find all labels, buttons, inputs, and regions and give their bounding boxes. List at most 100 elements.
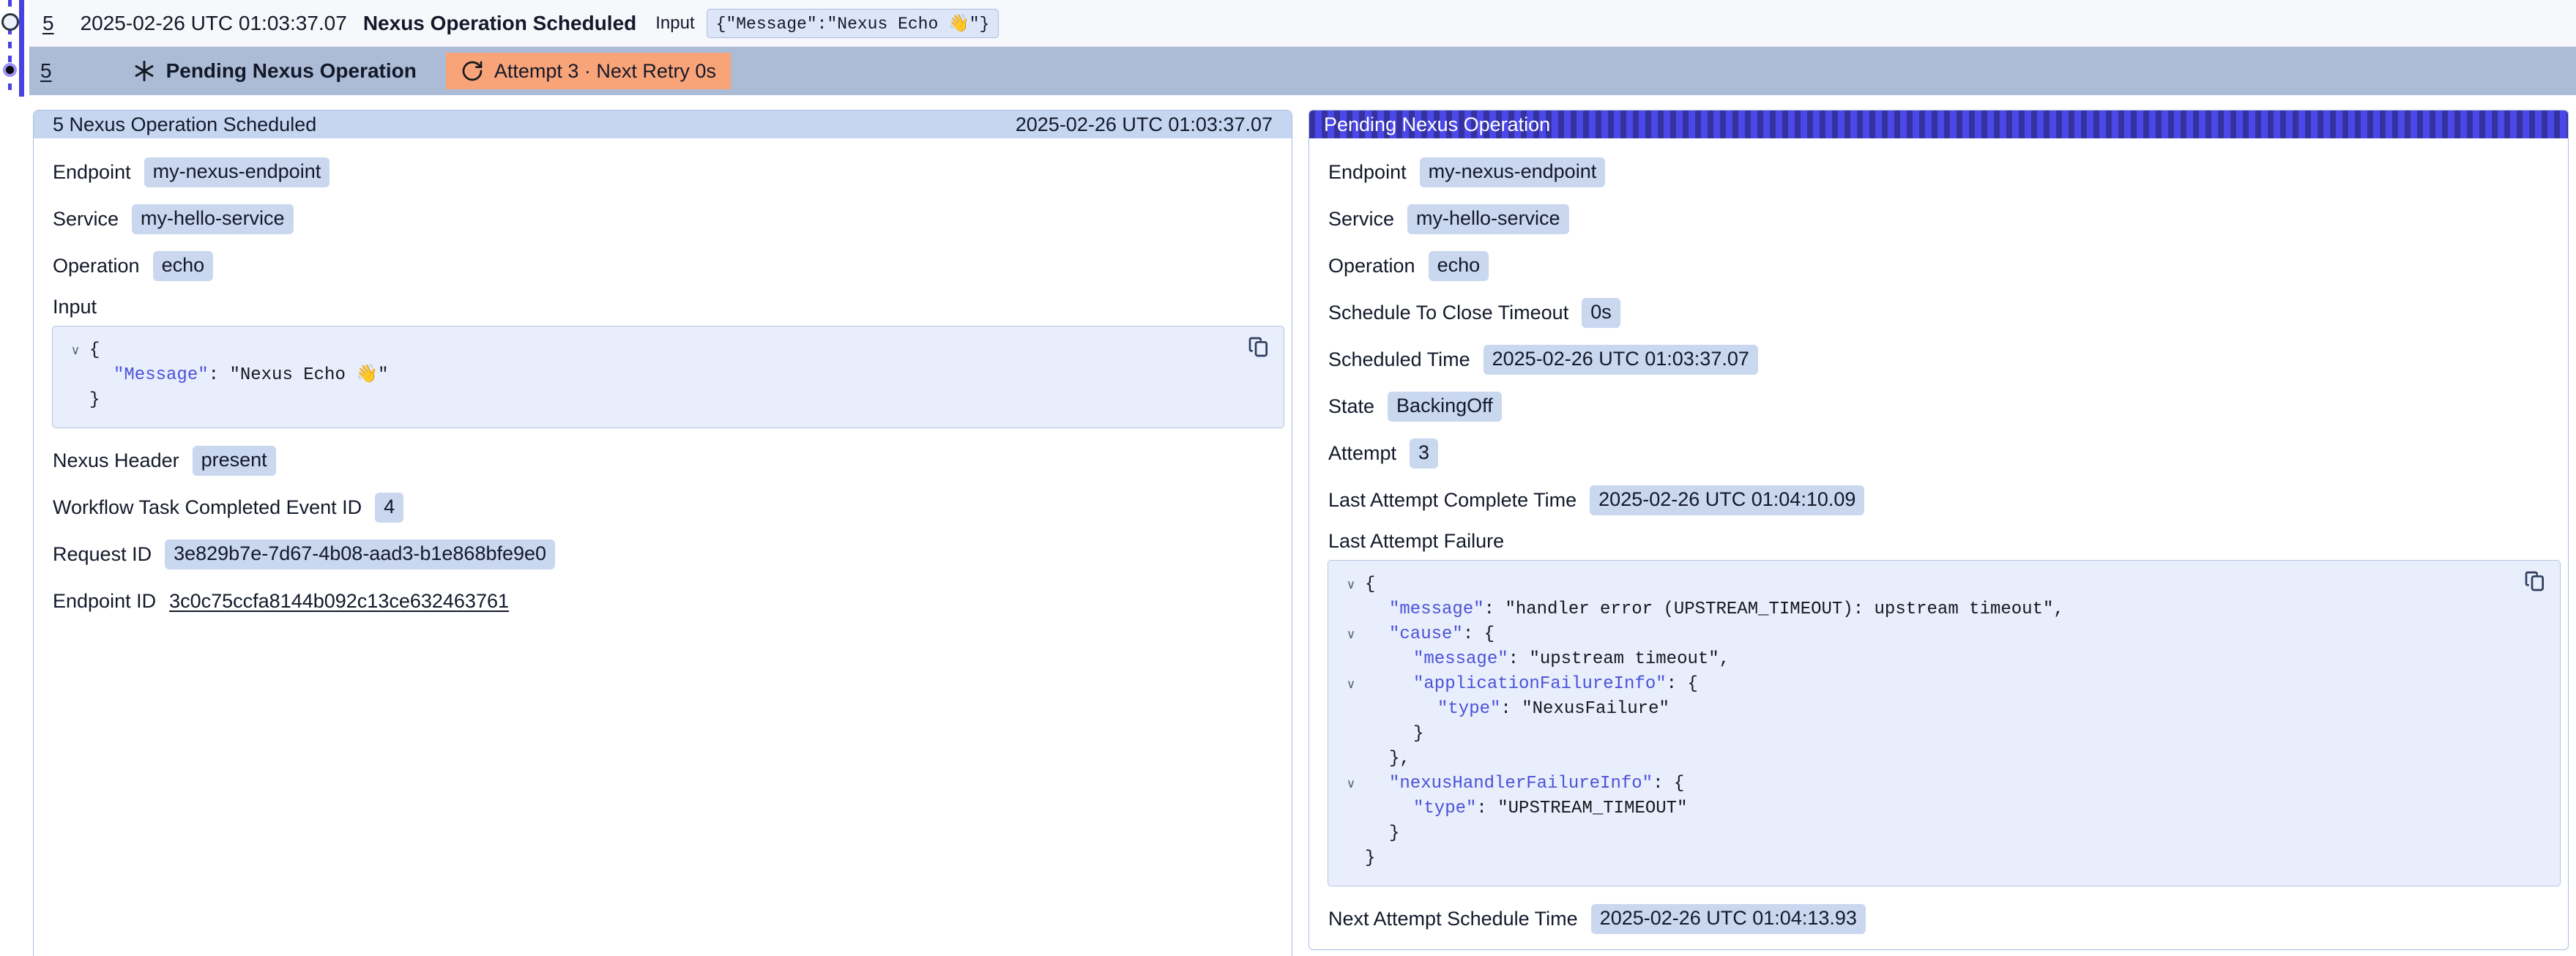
code-content: "message": "handler error (UPSTREAM_TIME… [1365,597,2064,622]
collapse-chevron-icon[interactable]: ∨ [62,338,89,363]
endpoint-id-row: Endpoint ID 3c0c75ccfa8144b092c13ce63246… [34,578,1292,624]
field-label: Last Attempt Complete Time [1328,489,1577,512]
field-label: Scheduled Time [1328,348,1470,371]
field-label: Schedule To Close Timeout [1328,302,1568,324]
pending-asterisk-icon [133,59,156,83]
event-input-value-chip[interactable]: {"Message":"Nexus Echo 👋"} [707,9,999,38]
field-value-chip: 0s [1582,298,1620,328]
copy-icon [2523,570,2547,593]
field-value-chip: 4 [375,493,403,523]
code-content: }, [1365,747,1410,772]
field-row: Service my-hello-service [1309,195,2568,242]
code-content: "nexusHandlerFailureInfo": { [1365,772,1684,796]
field-value-chip: present [193,446,276,476]
timeline-node-open-icon[interactable] [1,13,19,31]
copy-button[interactable] [1247,335,1270,361]
code-content: { [89,338,100,363]
field-row: Scheduled Time 2025-02-26 UTC 01:03:37.0… [1309,336,2568,383]
field-value-chip: 2025-02-26 UTC 01:04:13.93 [1591,904,1866,934]
failure-json-code: ∨{"message": "handler error (UPSTREAM_TI… [1337,572,2509,871]
field-value-chip: 2025-02-26 UTC 01:03:37.07 [1484,345,1758,375]
code-line: "Message": "Nexus Echo 👋" [62,363,1232,388]
code-line: ∨"applicationFailureInfo": { [1337,672,2509,697]
code-gutter [1337,697,1365,722]
copy-icon [1247,335,1270,359]
field-label: Next Attempt Schedule Time [1328,908,1578,930]
code-line: }, [1337,747,2509,772]
nexus-operation-scheduled-panel: 5 Nexus Operation Scheduled 2025-02-26 U… [33,110,1292,956]
pending-nexus-operation-panel: Pending Nexus Operation Endpoint my-nexu… [1309,110,2569,950]
code-gutter [62,388,89,413]
field-row: Operation echo [34,242,1292,289]
code-line: "message": "upstream timeout", [1337,647,2509,672]
timeline-active-bar [19,0,24,97]
collapse-chevron-icon[interactable]: ∨ [1337,572,1365,597]
event-row-nexus-operation-scheduled[interactable]: 5 2025-02-26 UTC 01:03:37.07 Nexus Opera… [29,0,2576,47]
pending-panel-title: Pending Nexus Operation [1324,113,1550,136]
pending-panel-header: Pending Nexus Operation [1309,111,2568,138]
code-content: "Message": "Nexus Echo 👋" [89,363,389,388]
field-value-chip: echo [1429,251,1489,281]
field-row: Request ID 3e829b7e-7d67-4b08-aad3-b1e86… [34,531,1292,578]
pending-fields: Endpoint my-nexus-endpoint Service my-he… [1309,149,2568,523]
code-line: "type": "NexusFailure" [1337,697,2509,722]
endpoint-id-link[interactable]: 3c0c75ccfa8144b092c13ce632463761 [169,590,509,613]
collapse-chevron-icon[interactable]: ∨ [1337,672,1365,697]
code-content: "message": "upstream timeout", [1365,647,1730,672]
code-gutter [1337,597,1365,622]
scheduled-fields: Endpoint my-nexus-endpoint Service my-he… [34,149,1292,289]
field-row: Endpoint my-nexus-endpoint [1309,149,2568,195]
code-gutter [1337,722,1365,747]
code-content: { [1365,572,1375,597]
code-line: "type": "UPSTREAM_TIMEOUT" [1337,796,2509,821]
pending-row-id-link[interactable]: 5 [40,59,52,83]
field-row: Attempt 3 [1309,430,2568,477]
copy-button[interactable] [2523,570,2547,595]
code-content: "cause": { [1365,622,1494,647]
field-value-chip: BackingOff [1388,392,1502,422]
code-content: "applicationFailureInfo": { [1365,672,1698,697]
retry-badge-text: Attempt 3 · Next Retry 0s [494,60,716,83]
field-row: Operation echo [1309,242,2568,289]
field-label: Workflow Task Completed Event ID [53,496,362,519]
code-line: ∨"nexusHandlerFailureInfo": { [1337,772,2509,796]
field-value-chip: my-nexus-endpoint [1420,157,1606,187]
code-line: ∨{ [1337,572,2509,597]
input-section-label: Input [34,289,1292,324]
code-gutter [1337,846,1365,871]
field-value-chip: my-hello-service [1407,204,1569,234]
code-line: "message": "handler error (UPSTREAM_TIME… [1337,597,2509,622]
field-label: Endpoint ID [53,590,156,613]
collapse-chevron-icon[interactable]: ∨ [1337,622,1365,647]
field-label: Endpoint [1328,161,1407,184]
event-detail-panels: 5 Nexus Operation Scheduled 2025-02-26 U… [33,110,2569,956]
field-label: Endpoint [53,161,131,184]
next-attempt-schedule-time-row: Next Attempt Schedule Time 2025-02-26 UT… [1309,895,2568,942]
code-content: "type": "NexusFailure" [1365,697,1669,722]
failure-json-block: ∨{"message": "handler error (UPSTREAM_TI… [1328,560,2561,886]
input-json-block: ∨{"Message": "Nexus Echo 👋"} [52,326,1284,428]
event-id-link[interactable]: 5 [42,12,54,35]
field-row: Endpoint my-nexus-endpoint [34,149,1292,195]
code-gutter [1337,747,1365,772]
code-line: ∨"cause": { [1337,622,2509,647]
collapse-chevron-icon[interactable]: ∨ [1337,772,1365,796]
field-row: Last Attempt Complete Time 2025-02-26 UT… [1309,477,2568,523]
field-row: Workflow Task Completed Event ID 4 [34,484,1292,531]
event-timestamp: 2025-02-26 UTC 01:03:37.07 [81,12,347,35]
field-row: Nexus Header present [34,437,1292,484]
code-content: } [1365,722,1423,747]
field-label: Service [53,208,119,231]
field-label: Attempt [1328,442,1396,465]
scheduled-fields-2: Nexus Header present Workflow Task Compl… [34,437,1292,578]
timeline-node-selected-icon[interactable] [3,63,17,77]
retry-attempt-badge: Attempt 3 · Next Retry 0s [446,53,731,89]
field-value-chip: 3 [1410,438,1438,468]
scheduled-panel-header: 5 Nexus Operation Scheduled 2025-02-26 U… [34,111,1292,138]
failure-section-label: Last Attempt Failure [1309,523,2568,559]
field-value-chip: 2025-02-26 UTC 01:04:10.09 [1590,485,1864,515]
scheduled-panel-title: 5 Nexus Operation Scheduled [53,113,316,136]
event-name: Nexus Operation Scheduled [363,12,636,35]
code-content: } [1365,846,1375,871]
pending-nexus-operation-row[interactable]: 5 Pending Nexus Operation Attempt 3 · Ne… [29,47,2576,95]
